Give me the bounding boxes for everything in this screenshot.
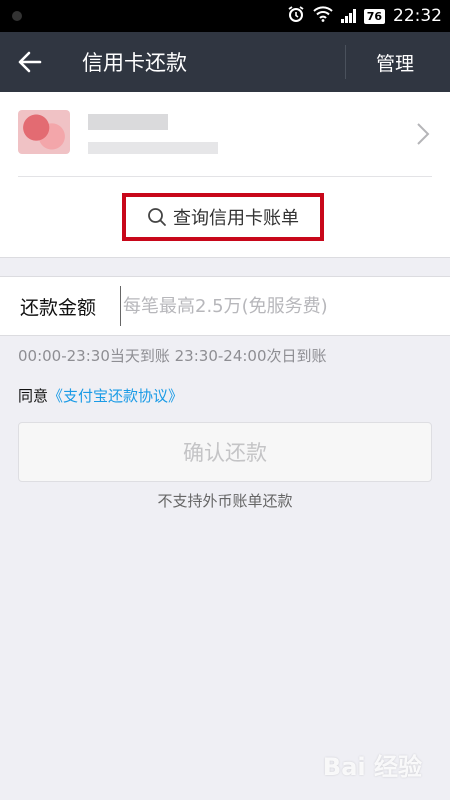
alarm-icon — [287, 5, 305, 28]
agreement-link[interactable]: 《支付宝还款协议》 — [48, 387, 183, 405]
back-arrow-icon — [18, 51, 42, 73]
credit-card-section: 查询信用卡账单 — [0, 92, 450, 258]
foreign-currency-note: 不支持外币账单还款 — [157, 492, 293, 510]
clock-time: 22:32 — [393, 6, 442, 26]
query-bill-button[interactable]: 查询信用卡账单 — [122, 193, 324, 241]
amount-input[interactable] — [120, 286, 440, 326]
search-icon — [148, 208, 166, 226]
title-divider — [344, 45, 346, 79]
watermark: Bai 经验 — [322, 753, 422, 781]
signal-icon — [340, 9, 356, 23]
amount-row: 还款金额 — [0, 276, 450, 336]
wifi-icon — [312, 5, 333, 27]
chevron-right-icon — [417, 123, 430, 145]
back-button[interactable] — [0, 32, 60, 92]
title-bar: 信用卡还款 管理 — [0, 32, 450, 92]
agreement-prefix: 同意 — [18, 387, 49, 405]
page-title: 信用卡还款 — [82, 51, 187, 75]
battery-icon: 76 — [363, 8, 385, 24]
card-number-redacted — [88, 142, 218, 154]
status-bar: 76 22:32 — [0, 0, 450, 32]
manage-button[interactable]: 管理 — [376, 49, 414, 76]
notification-dot-icon — [12, 11, 22, 21]
selected-card-row[interactable] — [0, 92, 450, 176]
bank-logo-icon — [18, 110, 70, 154]
divider — [18, 176, 432, 177]
arrival-time-note: 00:00-23:30当天到账 23:30-24:00次日到账 — [18, 347, 327, 365]
amount-label: 还款金额 — [20, 296, 97, 319]
card-name-redacted — [88, 114, 168, 130]
query-bill-label: 查询信用卡账单 — [173, 208, 299, 229]
agreement-line: 同意《支付宝还款协议》 — [18, 385, 183, 406]
confirm-repay-button[interactable]: 确认还款 — [18, 422, 432, 482]
